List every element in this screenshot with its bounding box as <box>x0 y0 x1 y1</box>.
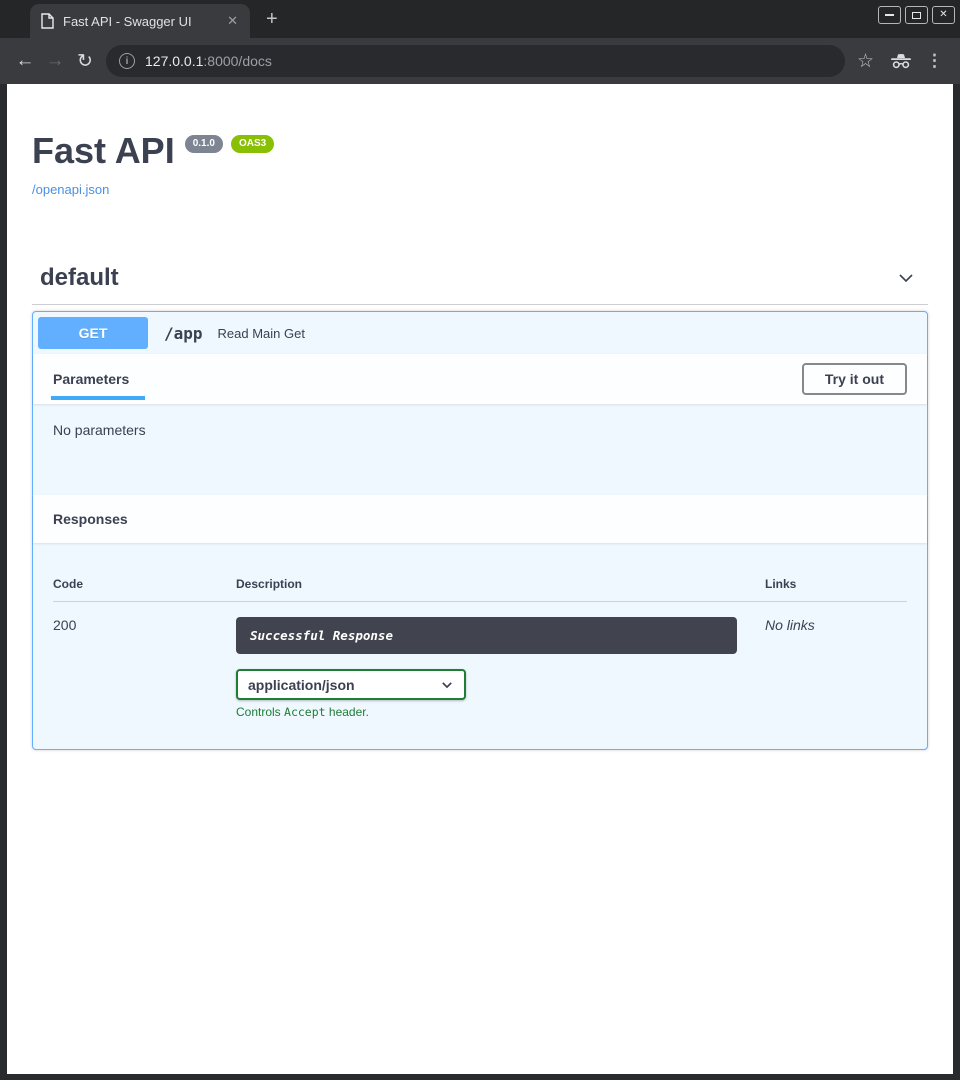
response-description-cell: Successful Response application/json <box>236 602 765 719</box>
response-links: No links <box>765 602 907 719</box>
http-method-badge: GET <box>38 317 148 349</box>
openapi-json-link[interactable]: /openapi.json <box>32 182 109 197</box>
select-chevron-down-icon <box>440 678 454 692</box>
responses-title: Responses <box>53 511 128 527</box>
parameters-body: No parameters <box>33 404 927 495</box>
minimize-icon <box>885 14 894 16</box>
responses-body: Code Description Links 200 Successful Re… <box>33 543 927 749</box>
response-description: Successful Response <box>236 617 737 654</box>
url-text: 127.0.0.1:8000/docs <box>145 53 272 69</box>
response-row-200: 200 Successful Response application/json <box>53 602 907 719</box>
operation-block-get-app: GET /app Read Main Get Parameters Try it… <box>32 311 928 750</box>
accept-note: Controls Accept header. <box>236 705 765 719</box>
page-favicon-icon <box>40 13 54 29</box>
media-type-value: application/json <box>248 677 355 693</box>
active-tab-underline <box>51 396 145 400</box>
url-bar[interactable]: i 127.0.0.1:8000/docs <box>106 45 845 77</box>
tab-parameters[interactable]: Parameters <box>53 371 129 387</box>
api-title: Fast API <box>32 133 175 169</box>
operation-path: /app <box>164 324 203 343</box>
tab-title: Fast API - Swagger UI <box>63 14 216 29</box>
parameters-section-header: Parameters Try it out <box>33 354 927 404</box>
media-type-select[interactable]: application/json <box>236 669 466 700</box>
no-parameters-text: No parameters <box>53 422 146 438</box>
window-controls: ✕ <box>878 6 955 24</box>
browser-toolbar: ← → ↻ i 127.0.0.1:8000/docs ☆ ⋮ <box>0 38 960 84</box>
browser-window: Fast API - Swagger UI ✕ + ✕ ← → ↻ i 127.… <box>0 0 960 1074</box>
operation-description: Read Main Get <box>218 326 305 341</box>
back-button[interactable]: ← <box>10 50 40 72</box>
browser-tab[interactable]: Fast API - Swagger UI ✕ <box>30 4 250 38</box>
accept-note-suffix: header. <box>326 705 369 719</box>
url-path: :8000/docs <box>203 53 272 69</box>
responses-section-header: Responses <box>33 495 927 543</box>
tag-name: default <box>40 264 119 292</box>
column-header-code: Code <box>53 563 236 602</box>
tab-close-icon[interactable]: ✕ <box>225 13 240 29</box>
reload-button[interactable]: ↻ <box>70 50 100 73</box>
incognito-icon <box>890 53 912 69</box>
close-icon: ✕ <box>939 10 947 20</box>
site-info-icon[interactable]: i <box>119 53 135 69</box>
response-code: 200 <box>53 602 236 719</box>
tag-section-header[interactable]: default <box>32 256 928 305</box>
chevron-down-icon[interactable] <box>896 268 916 288</box>
operation-summary[interactable]: GET /app Read Main Get <box>33 312 927 354</box>
url-host: 127.0.0.1 <box>145 53 203 69</box>
swagger-page: Fast API 0.1.0 OAS3 /openapi.json defaul… <box>7 84 953 1074</box>
browser-titlebar: Fast API - Swagger UI ✕ + ✕ <box>0 0 960 38</box>
tag-section: default GET /app Read Main Get Parameter… <box>32 256 928 750</box>
responses-table-header: Code Description Links <box>53 563 907 602</box>
accept-note-code: Accept <box>284 705 326 719</box>
window-minimize-button[interactable] <box>878 6 901 24</box>
api-info-section: Fast API 0.1.0 OAS3 /openapi.json <box>7 84 953 199</box>
version-badge: 0.1.0 <box>185 135 223 153</box>
column-header-description: Description <box>236 563 765 602</box>
api-badges: 0.1.0 OAS3 <box>185 135 274 153</box>
window-close-button[interactable]: ✕ <box>932 6 955 24</box>
accept-note-prefix: Controls <box>236 705 284 719</box>
bookmark-star-icon[interactable]: ☆ <box>857 50 874 73</box>
forward-button[interactable]: → <box>40 50 70 72</box>
new-tab-button[interactable]: + <box>266 8 278 31</box>
window-maximize-button[interactable] <box>905 6 928 24</box>
parameters-tab-label: Parameters <box>53 371 129 387</box>
column-header-links: Links <box>765 563 907 602</box>
media-type-control: application/json Controls Accept header. <box>236 669 765 719</box>
browser-menu-icon[interactable]: ⋮ <box>926 51 943 71</box>
try-it-out-button[interactable]: Try it out <box>802 363 907 395</box>
maximize-icon <box>912 12 921 19</box>
oas3-badge: OAS3 <box>231 135 274 153</box>
